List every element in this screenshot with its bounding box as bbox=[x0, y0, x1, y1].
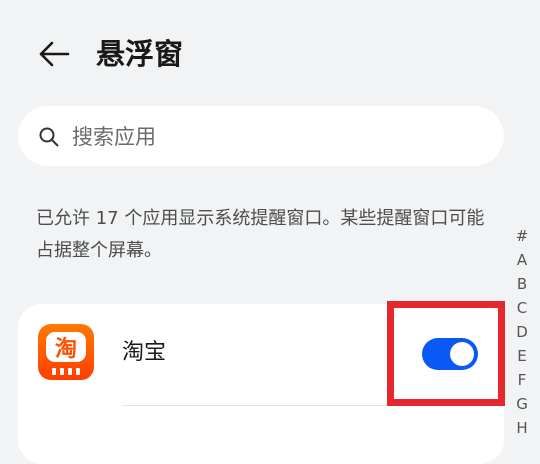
index-letter[interactable]: E bbox=[517, 344, 526, 368]
index-letter[interactable]: G bbox=[516, 392, 528, 416]
search-input[interactable] bbox=[72, 118, 452, 156]
index-letter[interactable]: H bbox=[516, 416, 527, 440]
search-icon bbox=[39, 127, 59, 147]
back-button[interactable] bbox=[34, 36, 74, 72]
taobao-app-icon: 淘 bbox=[38, 324, 94, 380]
highlight-box bbox=[387, 301, 505, 406]
header: 悬浮窗 bbox=[0, 0, 540, 104]
index-letter[interactable]: D bbox=[516, 320, 528, 344]
index-letter[interactable]: B bbox=[517, 272, 527, 296]
index-letter[interactable]: # bbox=[516, 224, 529, 248]
svg-text:淘: 淘 bbox=[55, 336, 77, 362]
index-letter[interactable]: A bbox=[517, 248, 527, 272]
app-name-taobao: 淘宝 bbox=[122, 340, 167, 365]
alphabet-index-bar[interactable]: # A B C D E F G H bbox=[511, 224, 533, 440]
index-letter[interactable]: F bbox=[518, 368, 527, 392]
page-title: 悬浮窗 bbox=[96, 37, 184, 71]
index-letter[interactable]: C bbox=[517, 296, 527, 320]
arrow-left-icon bbox=[39, 41, 70, 67]
description-text: 已允许 17 个应用显示系统提醒窗口。某些提醒窗口可能占据整个屏幕。 bbox=[36, 208, 485, 261]
